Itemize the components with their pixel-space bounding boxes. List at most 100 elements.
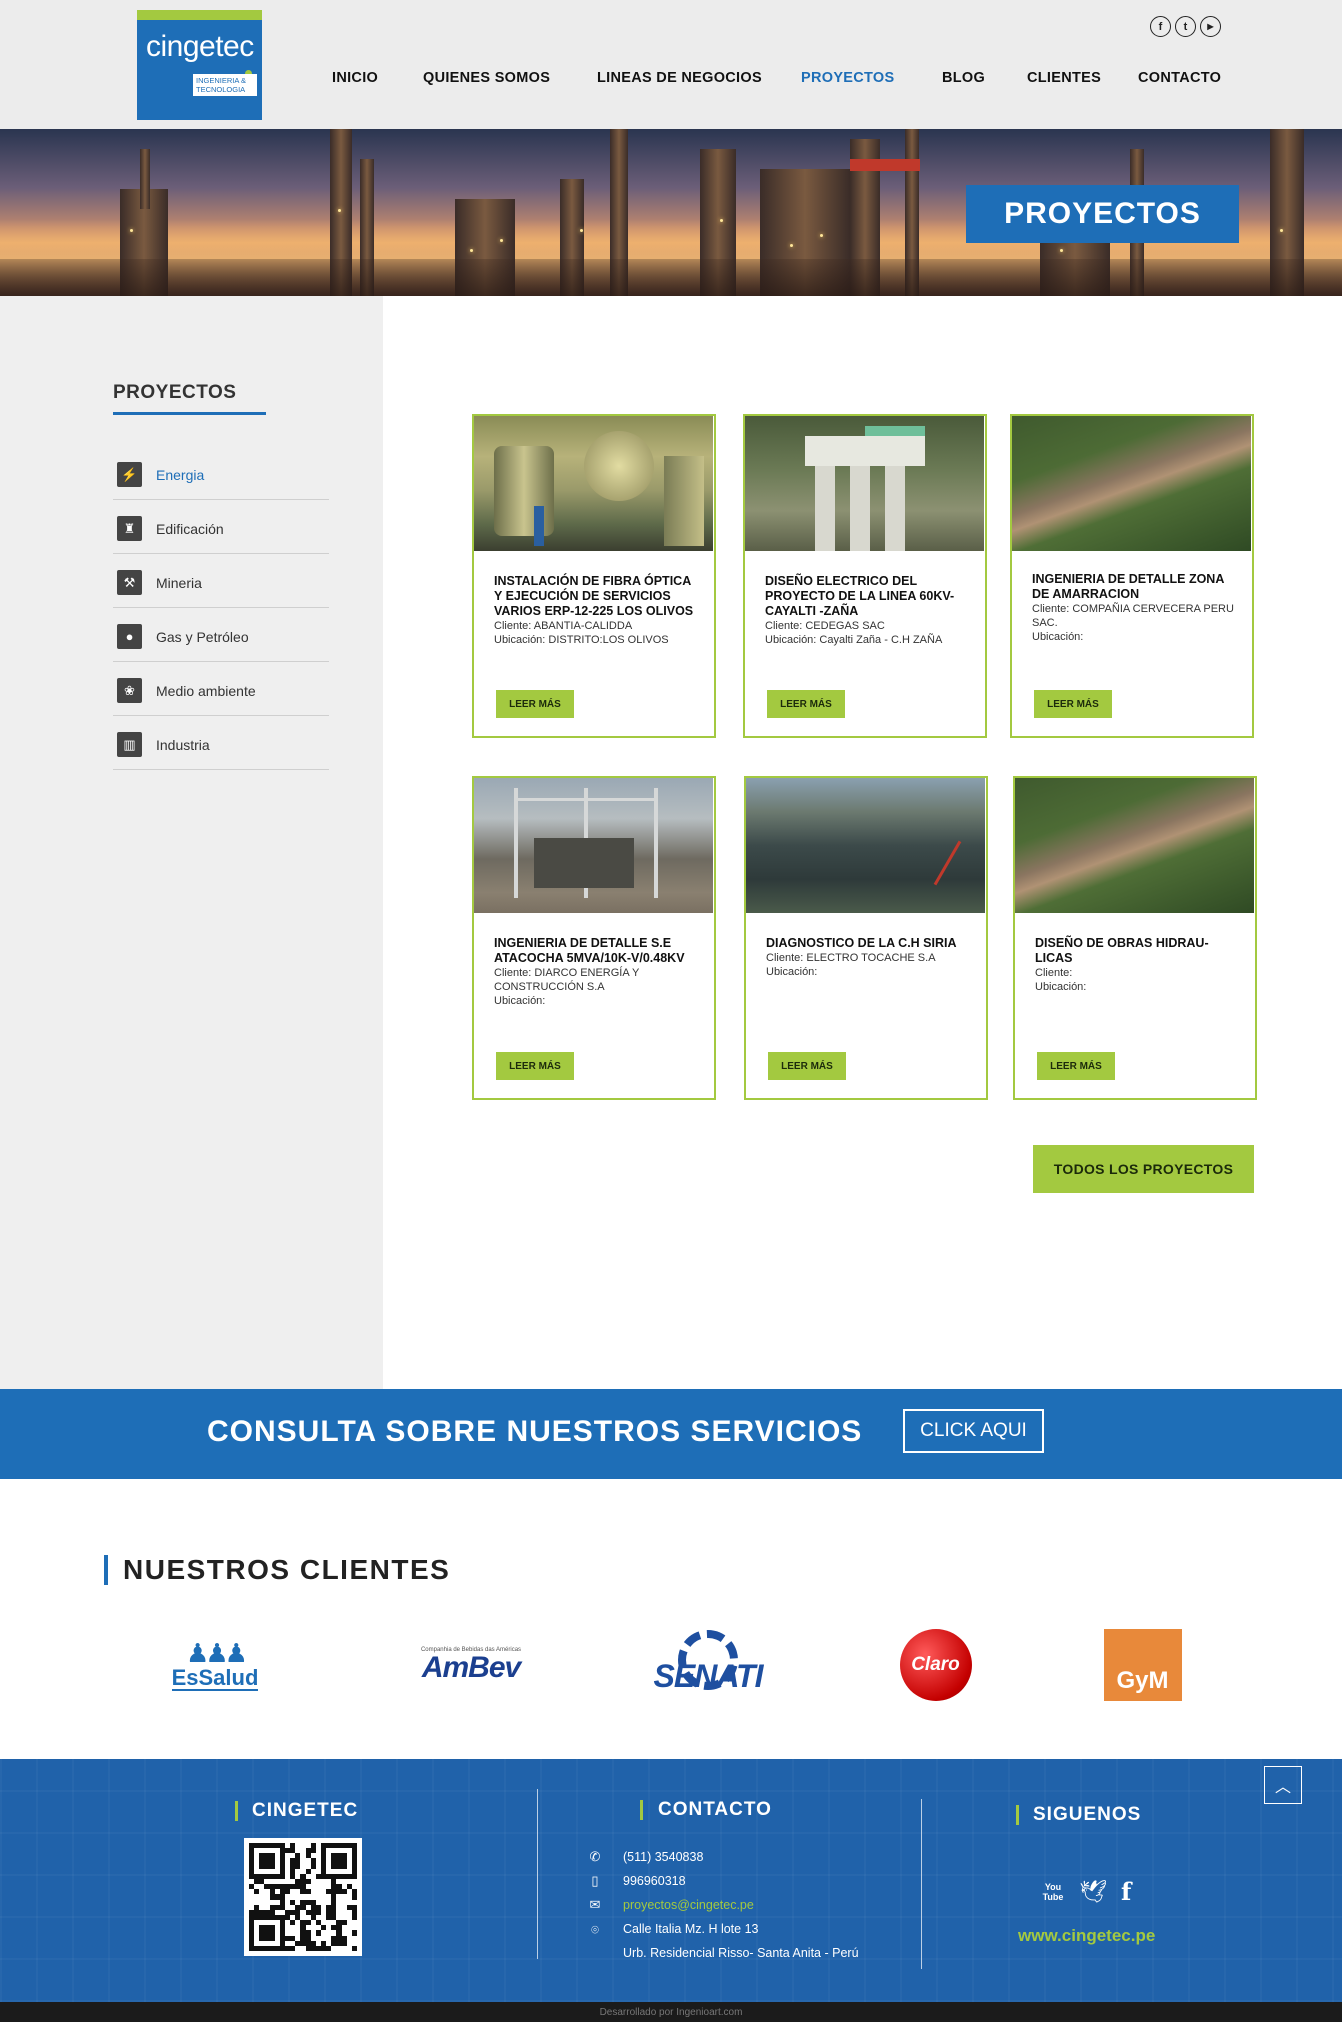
project-title: INGENIERIA DE DETALLE S.E ATACOCHA 5MVA/… (494, 936, 685, 965)
footer-cingetec-title: CINGETEC (252, 1800, 359, 1821)
page-title: PROYECTOS (966, 185, 1239, 243)
mobile-icon: ▯ (591, 1873, 599, 1888)
contact-address-line2: Urb. Residencial Risso- Santa Anita - Pe… (623, 1946, 859, 1960)
clients-title: NUESTROS CLIENTES (123, 1554, 451, 1585)
project-card: DIAGNOSTICO DE LA C.H SIRIA Cliente: ELE… (744, 776, 988, 1100)
lightning-icon: ⚡ (117, 462, 142, 487)
footer-divider (921, 1799, 922, 1969)
website-link[interactable]: www.cingetec.pe (1018, 1926, 1155, 1946)
environment-icon: ❀ (117, 678, 142, 703)
project-card: INGENIERIA DE DETALLE S.E ATACOCHA 5MVA/… (472, 776, 716, 1100)
nav-blog[interactable]: BLOG (942, 70, 985, 86)
project-client: Cliente: ABANTIA-CALIDDA (494, 620, 633, 632)
nav-inicio[interactable]: INICIO (332, 70, 378, 86)
sidebar-item-industria[interactable]: ▥ Industria (113, 720, 329, 770)
read-more-button[interactable]: LEER MÁS (767, 690, 845, 718)
project-card: DISEÑO DE OBRAS HIDRAU-LICAS Cliente: Ub… (1013, 776, 1257, 1100)
project-card: INSTALACIÓN DE FIBRA ÓPTICA Y EJECUCIÓN … (472, 414, 716, 738)
client-name: GyM (1116, 1667, 1169, 1694)
facebook-icon[interactable]: f (1150, 16, 1171, 37)
logo-accent-bar (137, 10, 262, 20)
sidebar-item-mineria[interactable]: ⚒ Mineria (113, 558, 329, 608)
read-more-button[interactable]: LEER MÁS (1034, 690, 1112, 718)
sidebar-item-medio-ambiente[interactable]: ❀ Medio ambiente (113, 666, 329, 716)
footer-credit[interactable]: Desarrollado por Ingenioart.com (0, 2002, 1342, 2022)
project-client: Cliente: ELECTRO TOCACHE S.A (766, 952, 936, 964)
nav-lineas-de-negocios[interactable]: LINEAS DE NEGOCIOS (597, 70, 762, 86)
chevron-up-icon: ︿ (1274, 1779, 1291, 1796)
project-title: DISEÑO DE OBRAS HIDRAU-LICAS (1035, 936, 1209, 965)
project-image-river-valley[interactable] (1012, 416, 1251, 551)
footer-social-links: You Tube 🕊 f (1041, 1877, 1132, 1906)
read-more-button[interactable]: LEER MÁS (496, 690, 574, 718)
read-more-button[interactable]: LEER MÁS (496, 1052, 574, 1080)
project-title: DISEÑO ELECTRICO DEL PROYECTO DE LA LINE… (765, 574, 955, 618)
project-client: Cliente: DIARCO ENERGÍA Y CONSTRUCCIÓN S… (494, 967, 640, 993)
youtube-icon[interactable]: ▶ (1200, 16, 1221, 37)
sidebar-item-label: Edificación (156, 520, 224, 537)
read-more-button[interactable]: LEER MÁS (768, 1052, 846, 1080)
project-location: Ubicación: (494, 995, 546, 1007)
footer-title-accent (1016, 1805, 1019, 1825)
footer-contact-title: CONTACTO (658, 1799, 772, 1820)
client-name: SENATI (653, 1658, 764, 1694)
scroll-to-top-button[interactable]: ︿ (1264, 1766, 1302, 1804)
logo-name: cingetec (146, 30, 254, 63)
site-header: cingetec INGENIERIA & TECNOLOGIA f t ▶ I… (0, 0, 1342, 129)
project-location: Ubicación: (1032, 631, 1084, 643)
facebook-icon[interactable]: f (1121, 1877, 1131, 1906)
twitter-icon[interactable]: 🕊 (1079, 1879, 1107, 1905)
mail-icon: ✉ (589, 1897, 601, 1912)
project-client: Cliente: (1035, 967, 1073, 979)
project-image-pipes[interactable] (474, 416, 713, 551)
sidebar-item-energia[interactable]: ⚡ Energia (113, 450, 329, 500)
sidebar-item-label: Gas y Petróleo (156, 628, 249, 645)
project-card: DISEÑO ELECTRICO DEL PROYECTO DE LA LINE… (743, 414, 987, 738)
phone-icon: ✆ (589, 1849, 601, 1864)
nav-clientes[interactable]: CLIENTES (1027, 70, 1101, 86)
project-image-substation[interactable] (474, 778, 713, 913)
footer-title-accent (640, 1800, 643, 1820)
nav-contacto[interactable]: CONTACTO (1138, 70, 1221, 86)
drop-icon: ● (117, 624, 142, 649)
factory-icon: ▥ (117, 732, 142, 757)
sidebar-item-label: Industria (156, 736, 210, 753)
all-projects-button[interactable]: TODOS LOS PROYECTOS (1033, 1145, 1254, 1193)
client-logo-senati[interactable]: SENATI (640, 1620, 776, 1710)
project-image-river-valley[interactable] (1015, 778, 1254, 913)
qr-code[interactable] (244, 1838, 362, 1956)
client-logo-claro[interactable]: Claro (898, 1620, 973, 1710)
contact-mobile[interactable]: 996960318 (623, 1874, 686, 1888)
project-image-dam-structure[interactable] (745, 416, 984, 551)
project-location: Ubicación: DISTRITO:LOS OLIVOS (494, 634, 669, 646)
nav-proyectos[interactable]: PROYECTOS (801, 70, 894, 86)
click-here-button[interactable]: CLICK AQUI (903, 1409, 1044, 1453)
project-title: DIAGNOSTICO DE LA C.H SIRIA (766, 936, 957, 950)
youtube-icon[interactable]: You Tube (1041, 1882, 1065, 1902)
cingetec-logo[interactable]: cingetec INGENIERIA & TECNOLOGIA (137, 10, 262, 120)
sidebar-item-label: Mineria (156, 574, 202, 591)
project-client: Cliente: CEDEGAS SAC (765, 620, 885, 632)
contact-phone[interactable]: (511) 3540838 (623, 1850, 703, 1864)
clients-title-accent (104, 1555, 108, 1585)
twitter-icon[interactable]: t (1175, 16, 1196, 37)
contact-email[interactable]: proyectos@cingetec.pe (623, 1898, 754, 1912)
read-more-button[interactable]: LEER MÁS (1037, 1052, 1115, 1080)
client-logo-essalud[interactable]: ♟♟♟ EsSalud (160, 1620, 270, 1710)
sidebar-title-underline (113, 412, 266, 415)
footer-title-accent (235, 1801, 238, 1821)
project-title: INGENIERIA DE DETALLE ZONA DE AMARRACION (1032, 572, 1224, 601)
tower-icon: ♜ (117, 516, 142, 541)
sidebar-item-edificacion[interactable]: ♜ Edificación (113, 504, 329, 554)
nav-quienes-somos[interactable]: QUIENES SOMOS (423, 70, 550, 86)
project-image-hydro-site[interactable] (746, 778, 985, 913)
header-social-links: f t ▶ (1150, 16, 1221, 37)
client-logo-ambev[interactable]: Companhia de Bebidas das Américas AmBev (398, 1620, 544, 1710)
cta-banner: CONSULTA SOBRE NUESTROS SERVICIOS CLICK … (0, 1389, 1342, 1479)
project-client: Cliente: COMPAÑIA CERVECERA PERU SAC. (1032, 603, 1234, 629)
location-pin-icon: ⌾ (591, 1922, 599, 1937)
sidebar-item-label: Energia (156, 466, 205, 483)
sidebar-item-gas-y-petroleo[interactable]: ● Gas y Petróleo (113, 612, 329, 662)
client-logo-gym[interactable]: GyM (1103, 1620, 1182, 1710)
client-name: EsSalud (171, 1665, 259, 1691)
